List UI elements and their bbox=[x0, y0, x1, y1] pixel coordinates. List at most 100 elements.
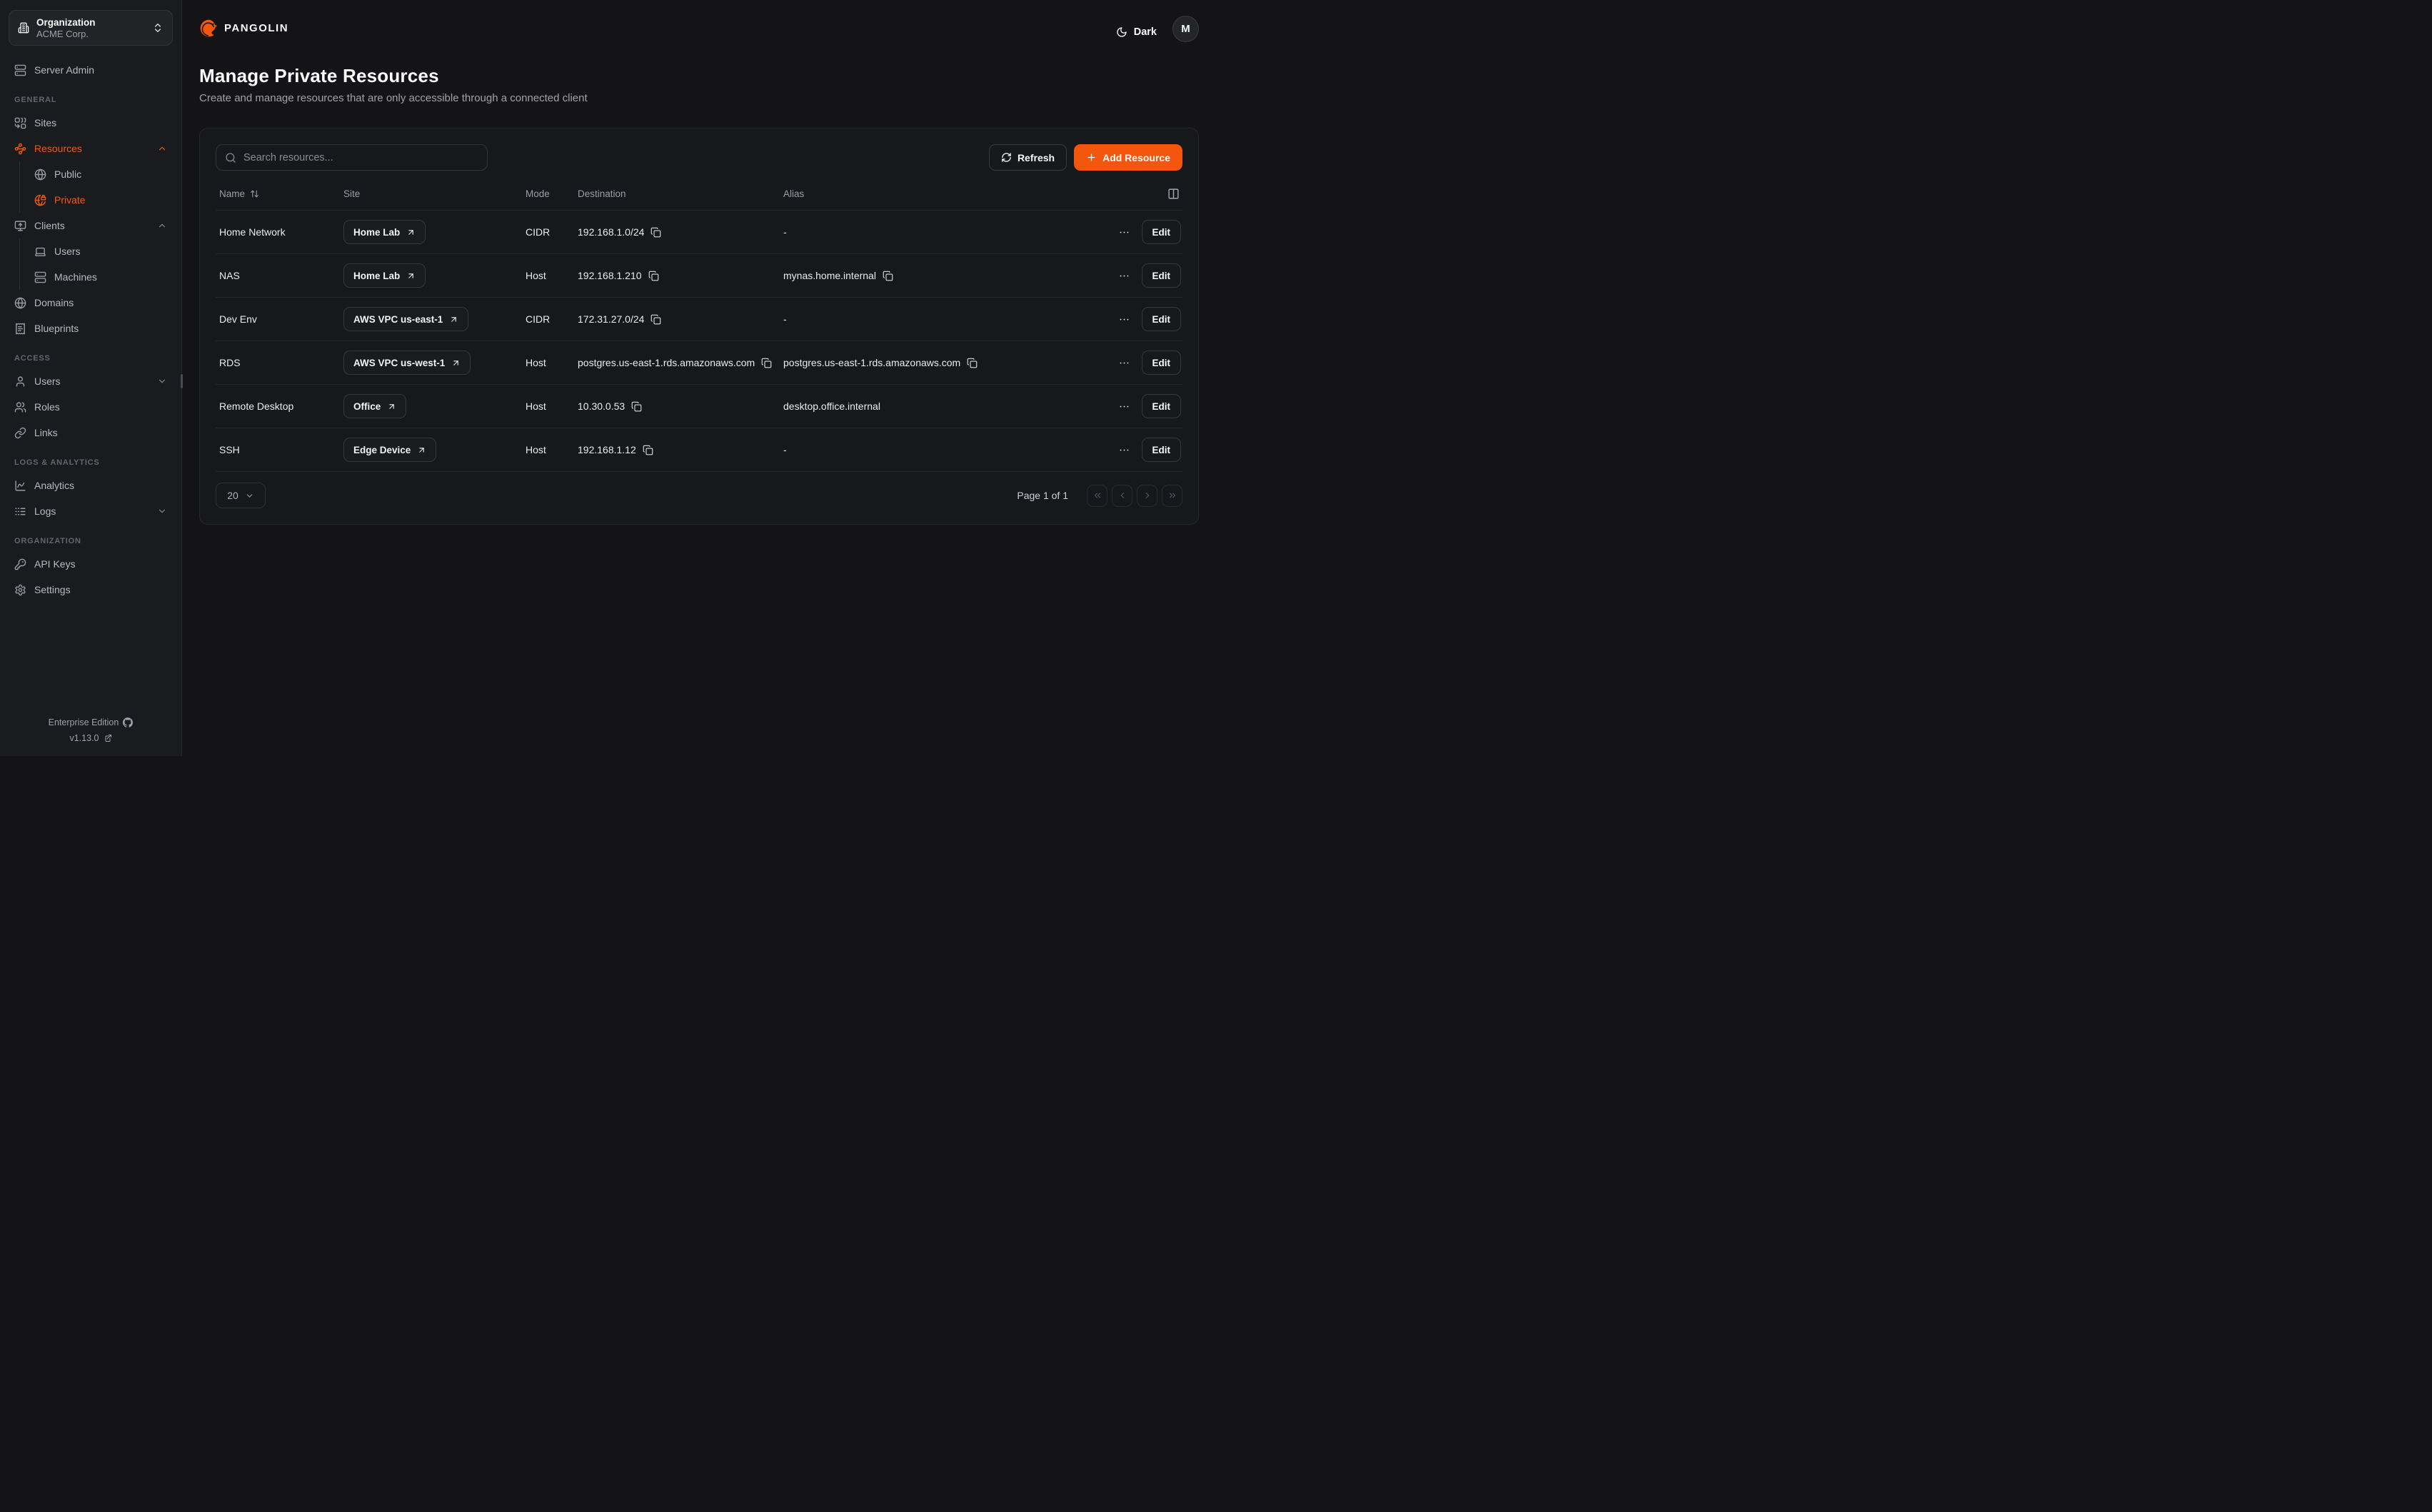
row-actions-menu-button[interactable] bbox=[1118, 226, 1130, 238]
sidebar-item-blueprints[interactable]: Blueprints bbox=[9, 316, 173, 341]
sidebar-item-client-users[interactable]: Users bbox=[30, 238, 173, 264]
page-title: Manage Private Resources bbox=[199, 65, 1199, 87]
sidebar-item-links[interactable]: Links bbox=[9, 420, 173, 445]
page-size-select[interactable]: 20 bbox=[216, 483, 266, 508]
copy-destination-button[interactable] bbox=[650, 314, 661, 325]
resource-mode: Host bbox=[526, 444, 578, 455]
first-page-button[interactable] bbox=[1087, 485, 1107, 507]
sidebar-item-label: Links bbox=[34, 427, 167, 438]
sidebar-item-label: Server Admin bbox=[34, 64, 167, 76]
sidebar-item-resources[interactable]: Resources bbox=[9, 136, 173, 161]
sidebar-item-label: Blueprints bbox=[34, 323, 167, 334]
sidebar-item-machines[interactable]: Machines bbox=[30, 264, 173, 290]
site-link[interactable]: AWS VPC us-east-1 bbox=[343, 307, 468, 331]
section-heading-organization: ORGANIZATION bbox=[14, 537, 173, 545]
org-selector-label: Organization bbox=[36, 16, 145, 29]
edit-button[interactable]: Edit bbox=[1142, 351, 1182, 375]
resource-name: SSH bbox=[219, 444, 343, 455]
avatar[interactable]: M bbox=[1172, 16, 1199, 42]
key-icon bbox=[14, 558, 26, 570]
last-page-button[interactable] bbox=[1162, 485, 1182, 507]
globe-lock-icon bbox=[34, 194, 46, 206]
arrow-up-right-icon bbox=[406, 271, 416, 281]
row-actions-menu-button[interactable] bbox=[1118, 357, 1130, 369]
sidebar-item-api-keys[interactable]: API Keys bbox=[9, 551, 173, 577]
sidebar-item-users[interactable]: Users bbox=[9, 368, 173, 394]
site-name: AWS VPC us-west-1 bbox=[353, 358, 445, 368]
sidebar-item-domains[interactable]: Domains bbox=[9, 290, 173, 316]
copy-icon bbox=[967, 358, 978, 368]
site-link[interactable]: Home Lab bbox=[343, 220, 426, 244]
copy-alias-button[interactable] bbox=[883, 271, 893, 281]
theme-toggle[interactable]: Dark bbox=[1116, 26, 1157, 38]
resource-alias: - bbox=[783, 313, 1068, 325]
add-resource-button[interactable]: Add Resource bbox=[1074, 144, 1182, 171]
sidebar-item-private[interactable]: Private bbox=[30, 187, 173, 213]
sidebar-scrollbar-thumb[interactable] bbox=[181, 374, 183, 388]
edit-button[interactable]: Edit bbox=[1142, 394, 1182, 418]
edit-button[interactable]: Edit bbox=[1142, 263, 1182, 288]
row-actions-menu-button[interactable] bbox=[1118, 444, 1130, 456]
sidebar-item-public[interactable]: Public bbox=[30, 161, 173, 187]
chevron-right-icon bbox=[1142, 490, 1152, 500]
version-link[interactable]: v1.13.0 bbox=[9, 730, 173, 746]
copy-icon bbox=[883, 271, 893, 281]
row-actions-menu-button[interactable] bbox=[1118, 270, 1130, 282]
sidebar-item-sites[interactable]: Sites bbox=[9, 110, 173, 136]
resource-name: Remote Desktop bbox=[219, 400, 343, 412]
site-link[interactable]: Edge Device bbox=[343, 438, 436, 462]
refresh-button[interactable]: Refresh bbox=[989, 144, 1067, 171]
site-link[interactable]: AWS VPC us-west-1 bbox=[343, 351, 471, 375]
monitor-up-icon bbox=[14, 220, 26, 232]
row-actions-menu-button[interactable] bbox=[1118, 313, 1130, 326]
copy-icon bbox=[650, 227, 661, 238]
sort-by-name[interactable]: Name bbox=[219, 188, 343, 199]
sidebar-item-analytics[interactable]: Analytics bbox=[9, 473, 173, 498]
search-input[interactable] bbox=[243, 152, 478, 163]
github-icon[interactable] bbox=[123, 717, 133, 727]
copy-destination-button[interactable] bbox=[643, 445, 653, 455]
sidebar-item-server-admin[interactable]: Server Admin bbox=[9, 57, 173, 83]
site-name: Home Lab bbox=[353, 227, 400, 238]
resource-alias: postgres.us-east-1.rds.amazonaws.com bbox=[783, 357, 960, 368]
ellipsis-icon bbox=[1118, 270, 1130, 282]
arrow-up-right-icon bbox=[417, 445, 426, 455]
sidebar-item-logs[interactable]: Logs bbox=[9, 498, 173, 524]
copy-destination-button[interactable] bbox=[631, 401, 642, 412]
ellipsis-icon bbox=[1118, 357, 1130, 369]
main-content: PANGOLIN Dark M Manage Private Resources… bbox=[182, 0, 1216, 756]
site-name: Edge Device bbox=[353, 445, 411, 455]
copy-icon bbox=[643, 445, 653, 455]
sidebar-item-label: Users bbox=[34, 376, 149, 387]
resource-destination: 192.168.1.210 bbox=[578, 270, 642, 281]
sidebar-item-label: Sites bbox=[34, 117, 167, 128]
next-page-button[interactable] bbox=[1137, 485, 1157, 507]
row-actions-menu-button[interactable] bbox=[1118, 400, 1130, 413]
page-info: Page 1 of 1 bbox=[1017, 490, 1068, 501]
sidebar-item-roles[interactable]: Roles bbox=[9, 394, 173, 420]
org-selector[interactable]: Organization ACME Corp. bbox=[9, 10, 173, 46]
sidebar-item-settings[interactable]: Settings bbox=[9, 577, 173, 603]
copy-destination-button[interactable] bbox=[761, 358, 772, 368]
copy-icon bbox=[650, 314, 661, 325]
column-settings-button[interactable] bbox=[1167, 188, 1180, 200]
arrow-up-down-icon bbox=[250, 189, 259, 198]
site-name: Office bbox=[353, 401, 381, 412]
site-link[interactable]: Home Lab bbox=[343, 263, 426, 288]
site-link[interactable]: Office bbox=[343, 394, 406, 418]
edit-button[interactable]: Edit bbox=[1142, 220, 1182, 244]
edit-button[interactable]: Edit bbox=[1142, 307, 1182, 331]
waypoints-icon bbox=[14, 143, 26, 155]
copy-icon bbox=[648, 271, 659, 281]
server-icon bbox=[14, 64, 26, 76]
previous-page-button[interactable] bbox=[1112, 485, 1132, 507]
moon-icon bbox=[1116, 26, 1127, 38]
refresh-icon bbox=[1001, 152, 1012, 163]
edit-button[interactable]: Edit bbox=[1142, 438, 1182, 462]
copy-destination-button[interactable] bbox=[650, 227, 661, 238]
copy-destination-button[interactable] bbox=[648, 271, 659, 281]
sidebar-item-clients[interactable]: Clients bbox=[9, 213, 173, 238]
pangolin-logo-icon bbox=[199, 19, 218, 38]
copy-alias-button[interactable] bbox=[967, 358, 978, 368]
resource-destination: 172.31.27.0/24 bbox=[578, 313, 644, 325]
